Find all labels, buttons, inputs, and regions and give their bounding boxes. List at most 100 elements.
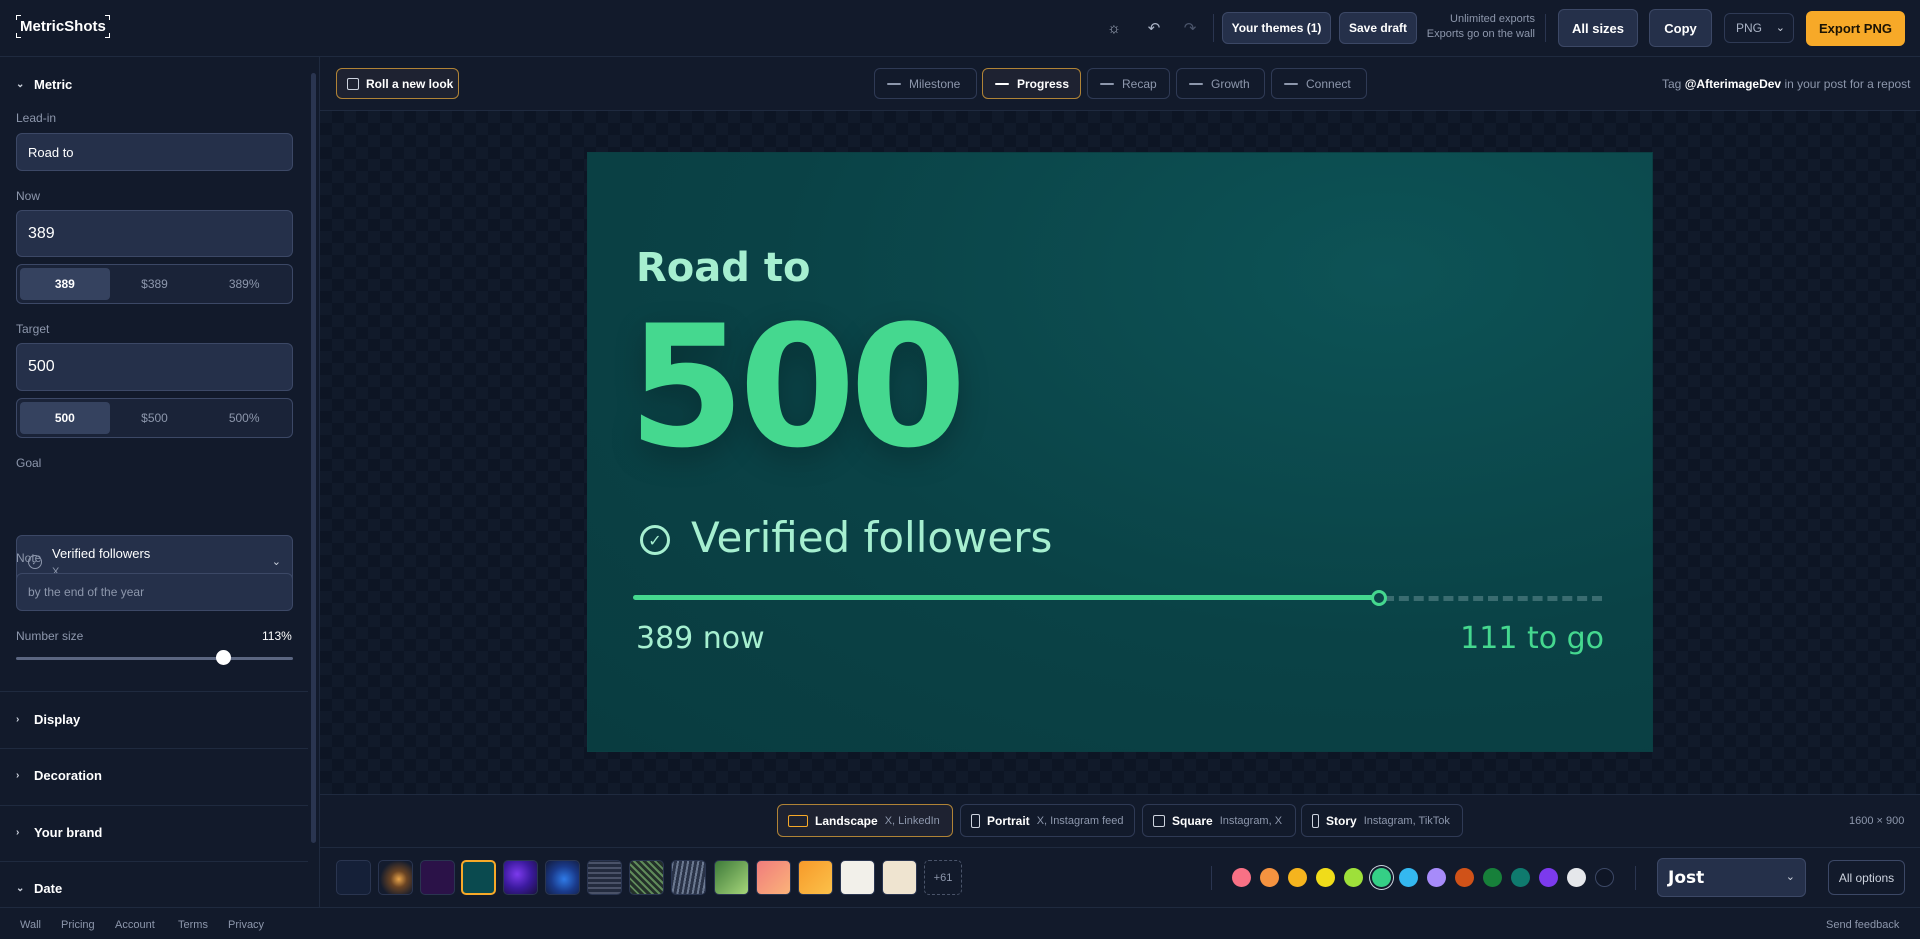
theme-swatch[interactable] (503, 860, 538, 895)
undo-icon[interactable]: ↶ (1143, 17, 1165, 39)
accent-color-dot[interactable] (1538, 868, 1558, 887)
now-format-toggle: 389 $389 389% (16, 264, 293, 304)
tab-connect[interactable]: Connect (1271, 68, 1367, 99)
export-note: Unlimited exports Exports go on the wall (1415, 12, 1535, 42)
accent-color-dot[interactable] (1566, 868, 1586, 887)
all-options-button[interactable]: All options (1828, 860, 1905, 895)
section-metric[interactable]: ⌄ Metric (16, 77, 72, 92)
theme-swatch[interactable] (714, 860, 749, 895)
square-icon (1153, 814, 1165, 827)
target-format-currency[interactable]: $500 (110, 402, 200, 434)
tag-suffix: in your post for a repost (1784, 77, 1911, 91)
growth-icon (1189, 80, 1203, 88)
app-logo[interactable]: MetricShots (16, 15, 110, 38)
card-lead-in: Road to (636, 245, 811, 291)
size-story[interactable]: Story Instagram, TikTok (1301, 804, 1463, 837)
chevron-down-icon: ⌄ (1775, 22, 1785, 34)
note-input[interactable]: by the end of the year (16, 573, 293, 611)
save-draft-button[interactable]: Save draft (1339, 12, 1417, 44)
roll-new-look-button[interactable]: Roll a new look (336, 68, 459, 99)
footer-link-privacy[interactable]: Privacy (228, 919, 264, 931)
target-format-percent[interactable]: 500% (199, 402, 289, 434)
target-label: Target (16, 322, 50, 336)
theme-swatch[interactable] (882, 860, 917, 895)
accent-color-dot[interactable] (1232, 868, 1251, 887)
theme-swatch[interactable] (378, 860, 413, 895)
now-format-plain[interactable]: 389 (20, 268, 110, 300)
now-input[interactable]: 389 (16, 210, 293, 257)
progress-bar-fill (633, 595, 1378, 600)
now-format-percent[interactable]: 389% (199, 268, 289, 300)
connect-icon (1284, 80, 1298, 88)
theme-swatch[interactable] (587, 860, 622, 895)
accent-color-dot[interactable] (1594, 868, 1614, 887)
your-themes-button[interactable]: Your themes (1) (1222, 12, 1331, 44)
footer-link-account[interactable]: Account (115, 919, 155, 931)
footer-link-pricing[interactable]: Pricing (61, 919, 95, 931)
section-display[interactable]: › Display (16, 712, 80, 727)
copy-button[interactable]: Copy (1649, 9, 1712, 47)
accent-color-dot[interactable] (1483, 868, 1503, 887)
progress-icon (995, 80, 1009, 88)
format-select[interactable]: PNG ⌄ (1724, 13, 1794, 43)
size-portrait[interactable]: Portrait X, Instagram feed (960, 804, 1135, 837)
verified-check-icon: ✓ (640, 525, 670, 555)
metric-card: Road to 500 ✓ Verified followers 389 now… (588, 153, 1652, 751)
export-note-line1: Unlimited exports (1450, 13, 1535, 25)
theme-swatch[interactable] (336, 860, 371, 895)
theme-swatch[interactable] (545, 860, 580, 895)
number-size-slider-thumb[interactable] (216, 650, 231, 665)
theme-swatch[interactable] (629, 860, 664, 895)
lead-in-input[interactable]: Road to (16, 133, 293, 171)
section-date[interactable]: ⌄ Date (16, 881, 62, 896)
accent-color-dot[interactable] (1315, 868, 1335, 887)
section-your-brand[interactable]: › Your brand (16, 825, 102, 840)
size-landscape[interactable]: Landscape X, LinkedIn (777, 804, 953, 837)
all-sizes-button[interactable]: All sizes (1558, 9, 1638, 47)
redo-icon[interactable]: ↷ (1179, 17, 1201, 39)
export-png-button[interactable]: Export PNG (1806, 11, 1905, 46)
theme-swatch[interactable] (420, 860, 455, 895)
chevron-down-icon: ⌄ (271, 556, 281, 568)
size-portrait-platforms: X, Instagram feed (1036, 814, 1124, 827)
accent-color-dot[interactable] (1259, 868, 1279, 887)
more-themes-button[interactable]: +61 (924, 860, 962, 895)
theme-swatch[interactable] (756, 860, 791, 895)
footer-link-terms[interactable]: Terms (178, 919, 208, 931)
card-target-number: 500 (628, 289, 967, 485)
size-square-platforms: Instagram, X (1219, 814, 1283, 827)
recap-icon (1100, 80, 1114, 88)
milestone-icon (887, 80, 901, 88)
accent-color-dot[interactable] (1371, 868, 1391, 887)
theme-swatch[interactable] (840, 860, 875, 895)
accent-color-dot[interactable] (1343, 868, 1363, 887)
goal-value: Verified followers (52, 546, 151, 561)
now-format-currency[interactable]: $389 (110, 268, 200, 300)
tab-progress[interactable]: Progress (982, 68, 1081, 99)
sidebar: ⌄ Metric Lead-in Road to Now 389 389 $38… (0, 57, 320, 907)
font-select[interactable]: Jost ⌄ (1657, 858, 1806, 897)
tab-growth[interactable]: Growth (1176, 68, 1265, 99)
accent-color-dot[interactable] (1511, 868, 1530, 887)
theme-swatch[interactable] (671, 860, 706, 895)
target-format-plain[interactable]: 500 (20, 402, 110, 434)
footer-link-wall[interactable]: Wall (20, 919, 41, 931)
number-size-slider[interactable] (16, 657, 293, 660)
target-input[interactable]: 500 (16, 343, 293, 391)
progress-bar-remaining (1384, 596, 1602, 601)
canvas-dimensions: 1600 × 900 (1849, 815, 1905, 827)
theme-swatch[interactable] (798, 860, 833, 895)
size-square[interactable]: Square Instagram, X (1142, 804, 1296, 837)
top-bar: MetricShots ☼ ↶ ↷ Your themes (1) Save d… (0, 0, 1920, 57)
accent-color-dot[interactable] (1287, 868, 1307, 887)
card-goal: Verified followers (691, 513, 1053, 562)
sidebar-scrollbar[interactable] (311, 73, 316, 843)
theme-swatch-selected[interactable] (461, 860, 496, 895)
tab-milestone[interactable]: Milestone (874, 68, 977, 99)
tag-handle[interactable]: @AfterimageDev (1685, 77, 1781, 91)
sun-icon[interactable]: ☼ (1103, 17, 1125, 39)
send-feedback-link[interactable]: Send feedback (1826, 919, 1899, 931)
section-decoration[interactable]: › Decoration (16, 768, 102, 783)
tab-recap[interactable]: Recap (1087, 68, 1170, 99)
font-value: Jost (1668, 867, 1705, 888)
